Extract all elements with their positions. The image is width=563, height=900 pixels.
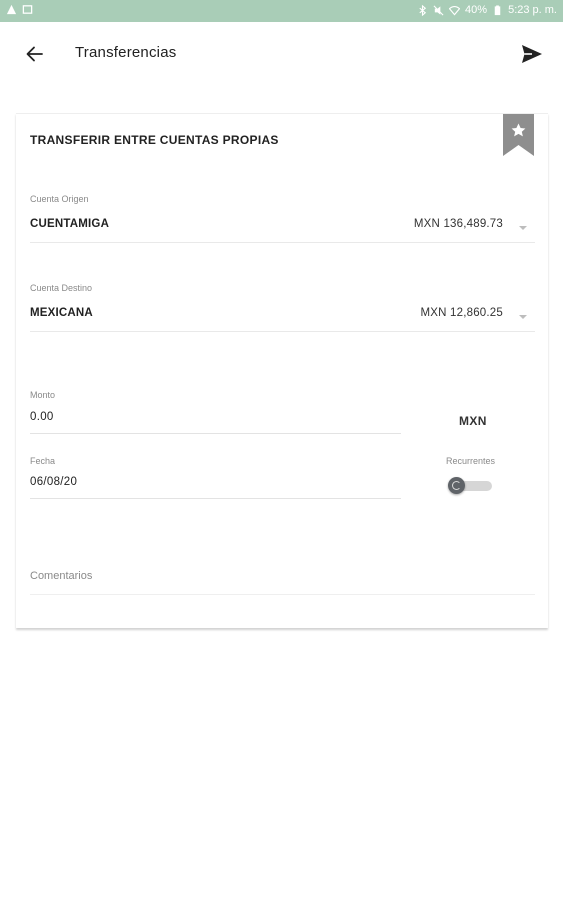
origin-account-name: CUENTAMIGA bbox=[30, 218, 110, 230]
battery-percent: 40% bbox=[465, 4, 488, 16]
chevron-down-icon bbox=[519, 315, 527, 319]
amount-label: Monto bbox=[30, 390, 56, 400]
status-bar: 40% 5:23 p. m. bbox=[0, 0, 563, 22]
bluetooth-icon bbox=[419, 4, 427, 16]
mute-icon bbox=[433, 5, 444, 15]
page-title: Transferencias bbox=[75, 44, 177, 61]
origin-account-select[interactable]: CUENTAMIGA MXN 136,489.73 bbox=[30, 214, 535, 243]
destination-account-select[interactable]: MEXICANA MXN 12,860.25 bbox=[30, 303, 535, 332]
chevron-down-icon bbox=[519, 226, 527, 230]
transfer-card: TRANSFERIR ENTRE CUENTAS PROPIAS Cuenta … bbox=[16, 113, 548, 628]
status-bar-right: 40% 5:23 p. m. bbox=[417, 4, 557, 16]
app-toolbar: Transferencias bbox=[0, 22, 563, 86]
destination-account-label: Cuenta Destino bbox=[30, 283, 93, 293]
date-label: Fecha bbox=[30, 456, 56, 466]
destination-account-balance: MXN 12,860.25 bbox=[420, 307, 503, 319]
notification-icon bbox=[22, 5, 33, 14]
origin-account-label: Cuenta Origen bbox=[30, 194, 89, 204]
recurring-label: Recurrentes bbox=[446, 456, 496, 466]
send-button[interactable] bbox=[519, 41, 545, 67]
toggle-thumb bbox=[448, 477, 465, 494]
origin-account-balance: MXN 136,489.73 bbox=[413, 218, 503, 230]
arrow-left-icon bbox=[26, 46, 43, 62]
currency-label: MXN bbox=[459, 414, 487, 428]
star-bookmark-icon bbox=[503, 114, 534, 156]
wifi-icon bbox=[449, 5, 461, 15]
send-icon bbox=[522, 45, 542, 63]
battery-icon bbox=[494, 4, 501, 15]
card-title: TRANSFERIR ENTRE CUENTAS PROPIAS bbox=[30, 133, 279, 147]
back-button[interactable] bbox=[22, 41, 48, 67]
recurring-toggle[interactable] bbox=[448, 477, 494, 494]
status-time: 5:23 p. m. bbox=[508, 4, 557, 16]
amount-input[interactable]: 0.00 bbox=[30, 409, 401, 434]
favorite-bookmark-button[interactable] bbox=[503, 114, 534, 156]
date-value: 06/08/20 bbox=[30, 476, 78, 488]
comments-placeholder: Comentarios bbox=[30, 570, 93, 582]
amount-value: 0.00 bbox=[30, 411, 54, 423]
destination-account-name: MEXICANA bbox=[30, 307, 93, 319]
date-input[interactable]: 06/08/20 bbox=[30, 474, 401, 499]
comments-input[interactable]: Comentarios bbox=[30, 560, 535, 595]
warning-icon bbox=[6, 4, 17, 15]
status-bar-left bbox=[6, 4, 33, 15]
